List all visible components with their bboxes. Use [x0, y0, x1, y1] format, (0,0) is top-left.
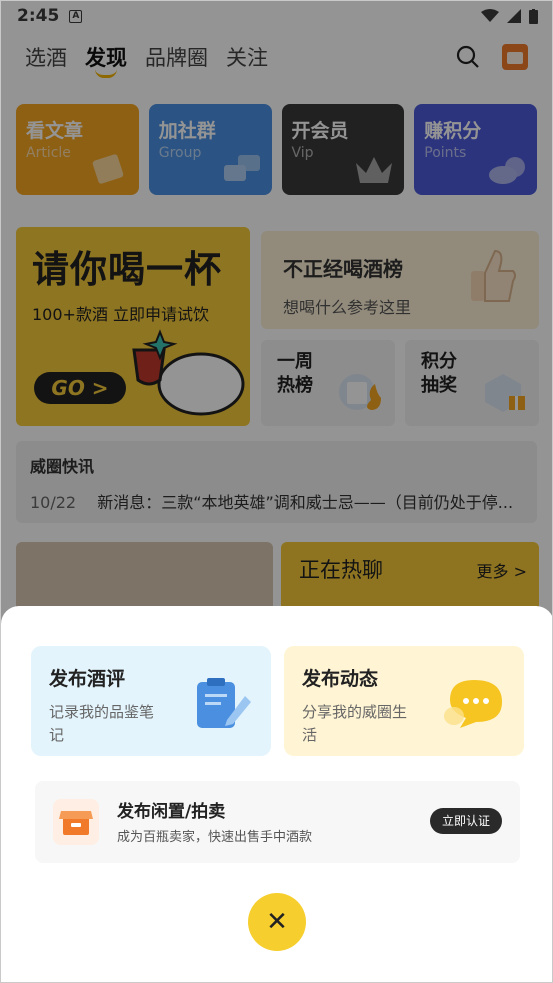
shop-icon [53, 799, 99, 845]
signal-icon [507, 9, 521, 23]
sell-desc: 成为百瓶卖家，快速出售手中酒款 [117, 830, 313, 845]
wifi-icon [481, 9, 499, 22]
phone-screen: 2:45 A 选酒 发现 品牌圈 关注 看文章 Article 加社群 Grou… [0, 0, 553, 983]
notification-a-icon: A [69, 9, 83, 23]
chat-bubble-icon [444, 680, 502, 728]
publish-bottom-sheet: 发布酒评 记录我的品鉴笔记 发布动态 分享我的威圈生活 发布闲置/拍卖 成为百瓶… [1, 606, 552, 982]
verify-now-button[interactable]: 立即认证 [430, 808, 502, 834]
battery-icon [529, 8, 538, 24]
close-icon[interactable]: ✕ [248, 893, 306, 951]
sell-text: 发布闲置/拍卖 成为百瓶卖家，快速出售手中酒款 [117, 797, 312, 845]
sell-title: 发布闲置/拍卖 [117, 802, 226, 822]
publish-post-option[interactable]: 发布动态 分享我的威圈生活 [284, 646, 524, 756]
status-bar: 2:45 A [1, 1, 552, 31]
clipboard-pen-icon [197, 678, 251, 728]
status-time: 2:45 [17, 6, 60, 26]
publish-review-option[interactable]: 发布酒评 记录我的品鉴笔记 [31, 646, 271, 756]
publish-sell-option[interactable]: 发布闲置/拍卖 成为百瓶卖家，快速出售手中酒款 立即认证 [35, 781, 520, 863]
review-desc: 记录我的品鉴笔记 [49, 703, 155, 744]
status-icons [481, 8, 538, 24]
post-desc: 分享我的威圈生活 [302, 703, 408, 744]
